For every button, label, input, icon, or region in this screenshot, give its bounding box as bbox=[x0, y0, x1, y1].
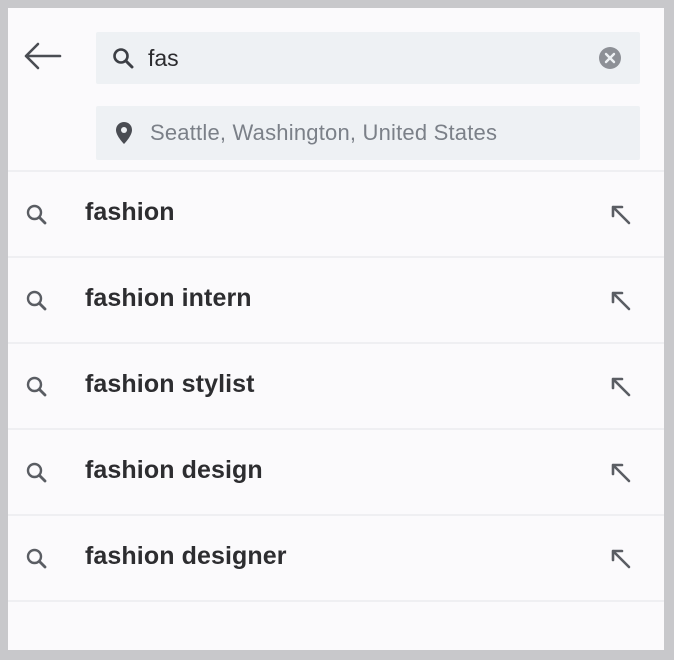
suggestion-label: fashion intern bbox=[85, 284, 252, 312]
suggestion-item[interactable]: fashion design bbox=[8, 430, 664, 516]
arrow-left-icon bbox=[24, 42, 62, 70]
arrow-up-left-icon[interactable] bbox=[608, 374, 634, 400]
suggestion-list: fashion fashion intern fashion stylist f… bbox=[8, 172, 664, 602]
arrow-up-left-icon[interactable] bbox=[608, 546, 634, 572]
suggestion-label: fashion designer bbox=[85, 542, 287, 570]
clear-circle-icon bbox=[599, 47, 621, 69]
location-pin-icon bbox=[114, 120, 134, 146]
search-field[interactable] bbox=[96, 32, 640, 84]
search-icon bbox=[26, 376, 47, 397]
suggestion-item[interactable]: fashion intern bbox=[8, 258, 664, 344]
suggestion-label: fashion design bbox=[85, 456, 263, 484]
search-icon bbox=[26, 204, 47, 225]
search-icon bbox=[26, 548, 47, 569]
suggestion-label: fashion bbox=[85, 198, 175, 226]
search-icon bbox=[110, 45, 136, 71]
arrow-up-left-icon[interactable] bbox=[608, 288, 634, 314]
suggestion-item[interactable]: fashion designer bbox=[8, 516, 664, 602]
search-input[interactable] bbox=[148, 38, 578, 78]
search-screen: Seattle, Washington, United States fashi… bbox=[8, 8, 664, 650]
suggestion-item[interactable]: fashion bbox=[8, 172, 664, 258]
search-icon bbox=[26, 462, 47, 483]
back-button[interactable] bbox=[20, 38, 64, 74]
arrow-up-left-icon[interactable] bbox=[608, 202, 634, 228]
arrow-up-left-icon[interactable] bbox=[608, 460, 634, 486]
location-field[interactable]: Seattle, Washington, United States bbox=[96, 106, 640, 160]
suggestion-item[interactable]: fashion stylist bbox=[8, 344, 664, 430]
search-header: Seattle, Washington, United States bbox=[8, 8, 664, 170]
suggestion-label: fashion stylist bbox=[85, 370, 255, 398]
search-icon bbox=[26, 290, 47, 311]
clear-search-button[interactable] bbox=[598, 46, 622, 70]
location-text: Seattle, Washington, United States bbox=[150, 120, 498, 145]
